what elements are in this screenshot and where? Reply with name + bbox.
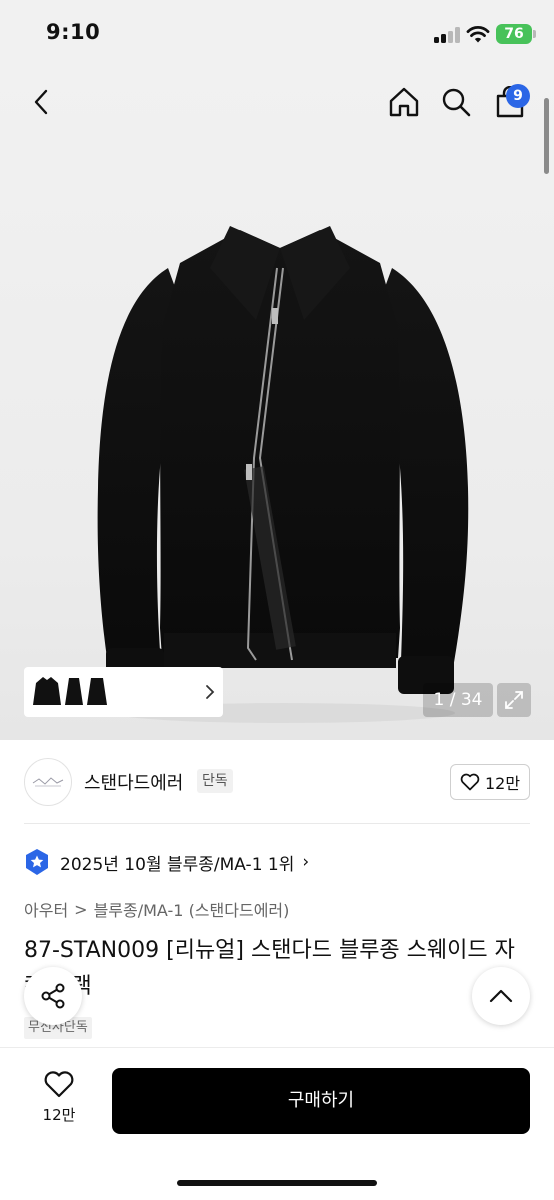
search-button[interactable] — [436, 82, 476, 122]
brand-name[interactable]: 스탠다드에러 — [84, 769, 183, 795]
like-count: 12만 — [42, 1106, 76, 1124]
status-time: 9:10 — [46, 20, 101, 44]
breadcrumb-category[interactable]: 아우터 — [24, 897, 68, 921]
product-detail-page: 9:10 76 9 1 / 34 스탠다드에러 단독 12만 2025년 10월… — [0, 0, 554, 1200]
brand-like-button[interactable]: 12만 — [450, 764, 530, 800]
product-image-gallery[interactable] — [0, 68, 554, 740]
back-button[interactable] — [22, 82, 62, 122]
chevron-right-icon: › — [302, 852, 310, 872]
share-button[interactable] — [24, 967, 82, 1025]
thumbnail-side — [65, 678, 83, 705]
breadcrumb: 아우터 > 블루종/MA-1 (스탠다드에러) — [24, 897, 289, 921]
thumbnail-front — [33, 677, 61, 705]
brand-exclusive-tag: 단독 — [197, 769, 233, 793]
thumbnail-strip[interactable] — [24, 667, 223, 717]
ranking-link[interactable]: 2025년 10월 블루종/MA-1 1위 › — [24, 847, 309, 877]
product-title: 87-STAN009 [리뉴얼] 스탠다드 블루종 스웨이드 자켓 블랙 — [24, 938, 515, 999]
share-icon — [41, 983, 65, 1009]
bottom-action-bar: 12만 구매하기 — [0, 1047, 554, 1200]
status-bar: 9:10 76 — [0, 0, 554, 68]
heart-icon — [460, 773, 480, 791]
heart-icon — [44, 1071, 74, 1098]
expand-icon — [505, 691, 523, 709]
battery-level: 76 — [504, 26, 524, 42]
product-image — [97, 226, 469, 723]
back-arrow-icon — [34, 89, 48, 115]
brand-logo-mark — [32, 777, 64, 787]
chevron-right-icon — [206, 685, 215, 699]
signal-icon — [434, 27, 460, 43]
breadcrumb-separator: > — [74, 899, 88, 919]
home-icon — [389, 87, 419, 117]
image-page-counter: 1 / 34 — [423, 683, 493, 717]
divider — [24, 823, 530, 824]
cart-count-badge: 9 — [506, 84, 530, 108]
battery-cap — [533, 30, 536, 38]
chevron-up-icon — [489, 989, 513, 1003]
battery-icon: 76 — [496, 24, 532, 44]
scroll-to-top-button[interactable] — [472, 967, 530, 1025]
brand-like-count: 12만 — [484, 774, 521, 793]
star-badge-icon — [26, 849, 48, 875]
thumbnail-back — [87, 678, 107, 705]
ranking-text: 2025년 10월 블루종/MA-1 1위 — [60, 854, 295, 875]
home-button[interactable] — [384, 82, 424, 122]
scroll-indicator — [544, 98, 549, 174]
search-icon — [442, 88, 471, 117]
expand-button[interactable] — [497, 683, 531, 717]
brand-logo[interactable] — [24, 758, 72, 806]
brand-row: 스탠다드에러 단독 12만 — [0, 740, 554, 824]
breadcrumb-subcategory[interactable]: 블루종/MA-1 (스탠다드에러) — [94, 897, 290, 921]
buy-button[interactable]: 구매하기 — [112, 1068, 530, 1134]
like-button[interactable]: 12만 — [28, 1070, 90, 1130]
top-navigation — [0, 68, 554, 138]
wifi-icon — [466, 26, 490, 43]
home-indicator — [177, 1180, 377, 1186]
